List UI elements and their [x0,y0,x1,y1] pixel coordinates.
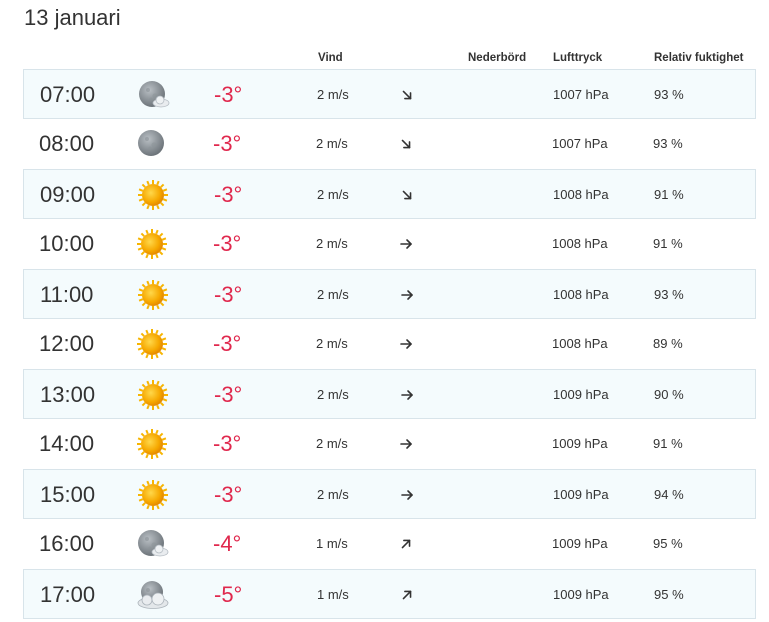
wind-direction-arrow-icon [400,188,414,202]
row-humidity: 95 % [653,536,683,551]
row-temperature: -3° [214,82,243,107]
row-time: 12:00 [39,331,95,356]
row-temperature: -3° [214,282,243,307]
row-temperature: -4° [213,531,242,556]
header-humidity: Relativ fuktighet [654,52,744,64]
row-humidity: 93 % [654,87,684,102]
row-pressure: 1009 hPa [553,387,609,402]
sun-icon [135,228,169,260]
row-wind-speed: 2 m/s [317,487,349,502]
forecast-table: 07:00 -3° 2 m/s 1007 hPa 93 % 08:00 -3° [23,69,756,619]
table-header: Vind Nederbörd Lufttryck Relativ fuktigh… [24,52,756,68]
table-row: 15:00 -3° 2 m/s 1009 hPa 94 % [23,469,756,519]
row-humidity: 93 % [654,287,684,302]
row-wind-speed: 2 m/s [316,136,348,151]
row-time: 15:00 [40,482,96,507]
wind-direction-arrow-icon [400,388,414,402]
table-row: 08:00 -3° 2 m/s 1007 hPa 93 % [23,119,756,169]
sun-icon [136,479,170,511]
sun-icon [135,328,169,360]
table-row: 10:00 -3° 2 m/s 1008 hPa 91 % [23,219,756,269]
moon-cloudy-icon [136,579,170,611]
row-wind-speed: 2 m/s [317,187,349,202]
row-wind-speed: 2 m/s [317,287,349,302]
table-row: 16:00 -4° 1 m/s 1009 hPa 95 % [23,519,756,569]
wind-direction-arrow-icon [400,588,414,602]
row-time: 14:00 [39,431,95,456]
wind-direction-arrow-icon [399,237,413,251]
row-time: 16:00 [39,531,95,556]
wind-direction-arrow-icon [399,537,413,551]
table-row: 09:00 -3° 2 m/s 1008 hPa 91 % [23,169,756,219]
row-pressure: 1009 hPa [553,487,609,502]
row-humidity: 90 % [654,387,684,402]
row-wind-speed: 1 m/s [316,536,348,551]
row-pressure: 1008 hPa [553,187,609,202]
wind-direction-arrow-icon [399,437,413,451]
sun-icon [136,179,170,211]
row-pressure: 1008 hPa [552,336,608,351]
header-pressure: Lufttryck [553,52,603,64]
row-wind-speed: 1 m/s [317,587,349,602]
row-time: 17:00 [40,582,96,607]
row-wind-speed: 2 m/s [316,436,348,451]
row-pressure: 1007 hPa [552,136,608,151]
row-time: 11:00 [40,282,94,307]
row-temperature: -3° [213,131,242,156]
row-temperature: -3° [213,331,242,356]
row-time: 09:00 [40,182,96,207]
moon-cloud-icon [136,79,170,111]
table-row: 14:00 -3° 2 m/s 1009 hPa 91 % [23,419,756,469]
row-pressure: 1008 hPa [553,287,609,302]
header-wind: Vind [318,52,343,64]
row-time: 08:00 [39,131,95,156]
sun-icon [136,279,170,311]
date-title: 13 januari [24,5,121,30]
row-wind-speed: 2 m/s [317,87,349,102]
moon-cloud-icon [135,528,169,560]
sun-icon [136,379,170,411]
row-humidity: 94 % [654,487,684,502]
table-row: 12:00 -3° 2 m/s 1008 hPa 89 % [23,319,756,369]
table-row: 11:00 -3° 2 m/s 1008 hPa 93 % [23,269,756,319]
row-humidity: 91 % [653,436,683,451]
row-wind-speed: 2 m/s [316,336,348,351]
row-humidity: 93 % [653,136,683,151]
row-pressure: 1008 hPa [552,236,608,251]
row-time: 13:00 [40,382,96,407]
row-pressure: 1009 hPa [552,536,608,551]
row-humidity: 89 % [653,336,683,351]
wind-direction-arrow-icon [400,88,414,102]
row-temperature: -3° [214,382,243,407]
row-time: 10:00 [39,231,95,256]
table-row: 13:00 -3° 2 m/s 1009 hPa 90 % [23,369,756,419]
wind-direction-arrow-icon [400,288,414,302]
row-pressure: 1007 hPa [553,87,609,102]
row-temperature: -3° [214,182,243,207]
moon-icon [135,128,169,160]
row-temperature: -3° [214,482,243,507]
row-temperature: -5° [214,582,243,607]
row-humidity: 91 % [653,236,683,251]
row-pressure: 1009 hPa [553,587,609,602]
row-wind-speed: 2 m/s [317,387,349,402]
row-temperature: -3° [213,431,242,456]
row-humidity: 91 % [654,187,684,202]
header-precipitation: Nederbörd [468,52,527,64]
table-row: 17:00 -5° 1 m/s 1009 hPa 95 % [23,569,756,619]
wind-direction-arrow-icon [399,337,413,351]
table-row: 07:00 -3° 2 m/s 1007 hPa 93 % [23,69,756,119]
wind-direction-arrow-icon [400,488,414,502]
row-temperature: -3° [213,231,242,256]
wind-direction-arrow-icon [399,137,413,151]
row-wind-speed: 2 m/s [316,236,348,251]
row-time: 07:00 [40,82,96,107]
row-humidity: 95 % [654,587,684,602]
row-pressure: 1009 hPa [552,436,608,451]
sun-icon [135,428,169,460]
